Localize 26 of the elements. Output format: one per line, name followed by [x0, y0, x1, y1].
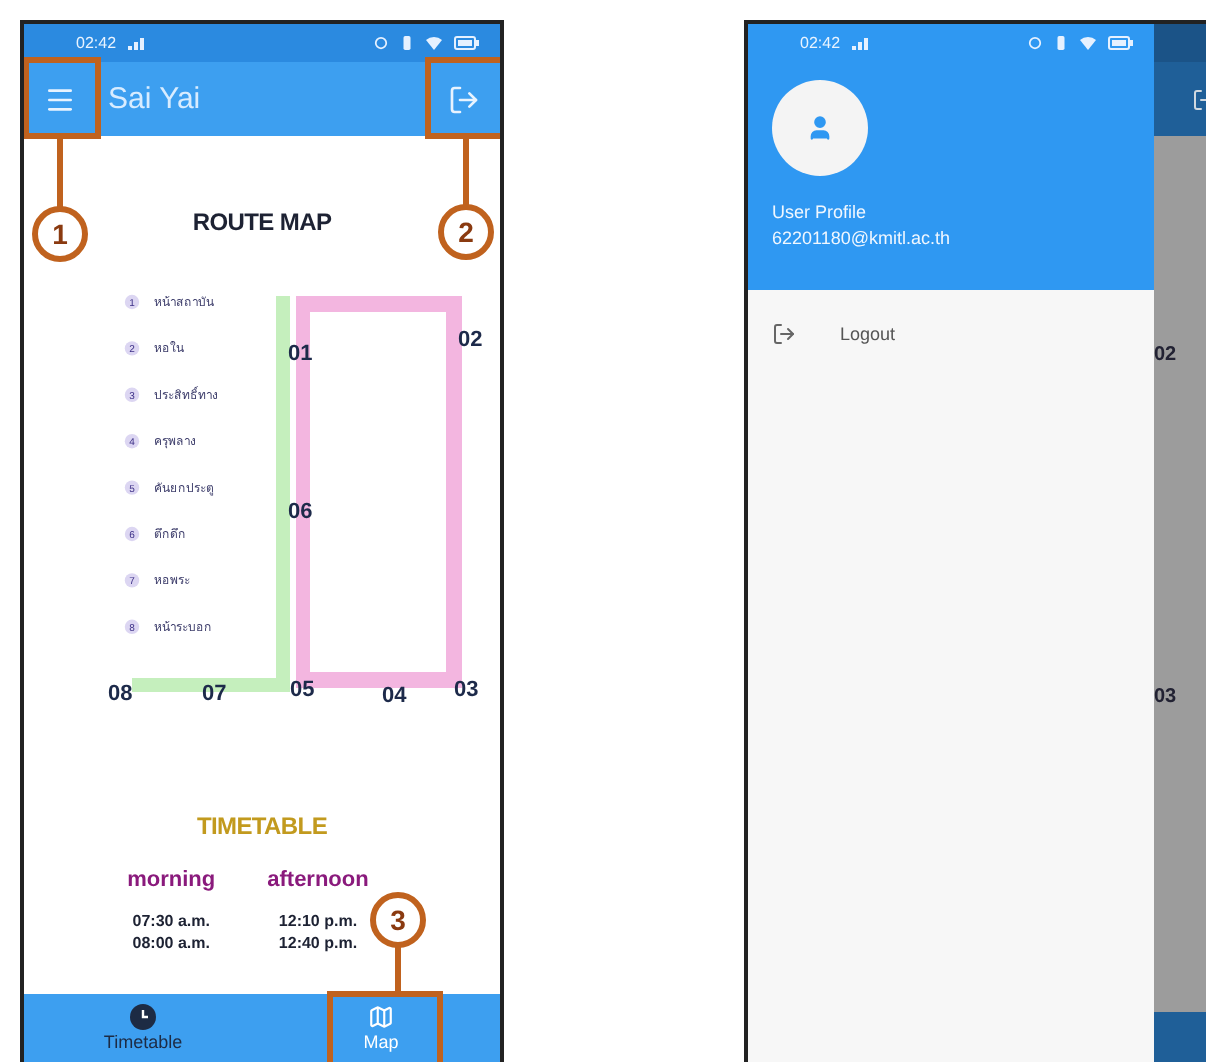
nav-tab[interactable]: Timetable	[24, 994, 262, 1062]
app-title: Sai Yai	[108, 82, 203, 116]
time-text: 07:30 a.m.	[132, 912, 210, 930]
stop-label: 01	[288, 342, 313, 366]
stop-label: 03	[454, 678, 479, 702]
time-text: 12:40 p.m.	[278, 934, 358, 952]
logout-menu-item[interactable]: Logout	[748, 290, 1154, 378]
time-text: 08:00 a.m.	[132, 934, 210, 952]
stop-label: 02	[1154, 344, 1179, 366]
stop-label: 03	[1154, 686, 1179, 708]
profile-email: 62201180@kmitl.ac.th	[772, 226, 953, 252]
time-text: 12:10 p.m.	[278, 912, 358, 930]
stop-label: 07	[202, 682, 227, 706]
status-time: 02:42	[800, 34, 841, 52]
profile-title: User Profile	[772, 200, 869, 226]
stop-label: 02	[458, 328, 483, 352]
stop-label: 04	[382, 684, 407, 708]
nav-tab[interactable]: Map	[262, 994, 500, 1062]
section-title: TIMETABLE	[196, 812, 328, 840]
column-heading: afternoon	[267, 868, 369, 892]
stop-label: 06	[288, 500, 313, 524]
status-time: 02:42	[76, 34, 117, 52]
section-title: ROUTE MAP	[192, 208, 332, 236]
stop-label: 05	[290, 678, 315, 702]
column-heading: morning	[127, 868, 216, 892]
stop-label: 08	[108, 682, 133, 706]
